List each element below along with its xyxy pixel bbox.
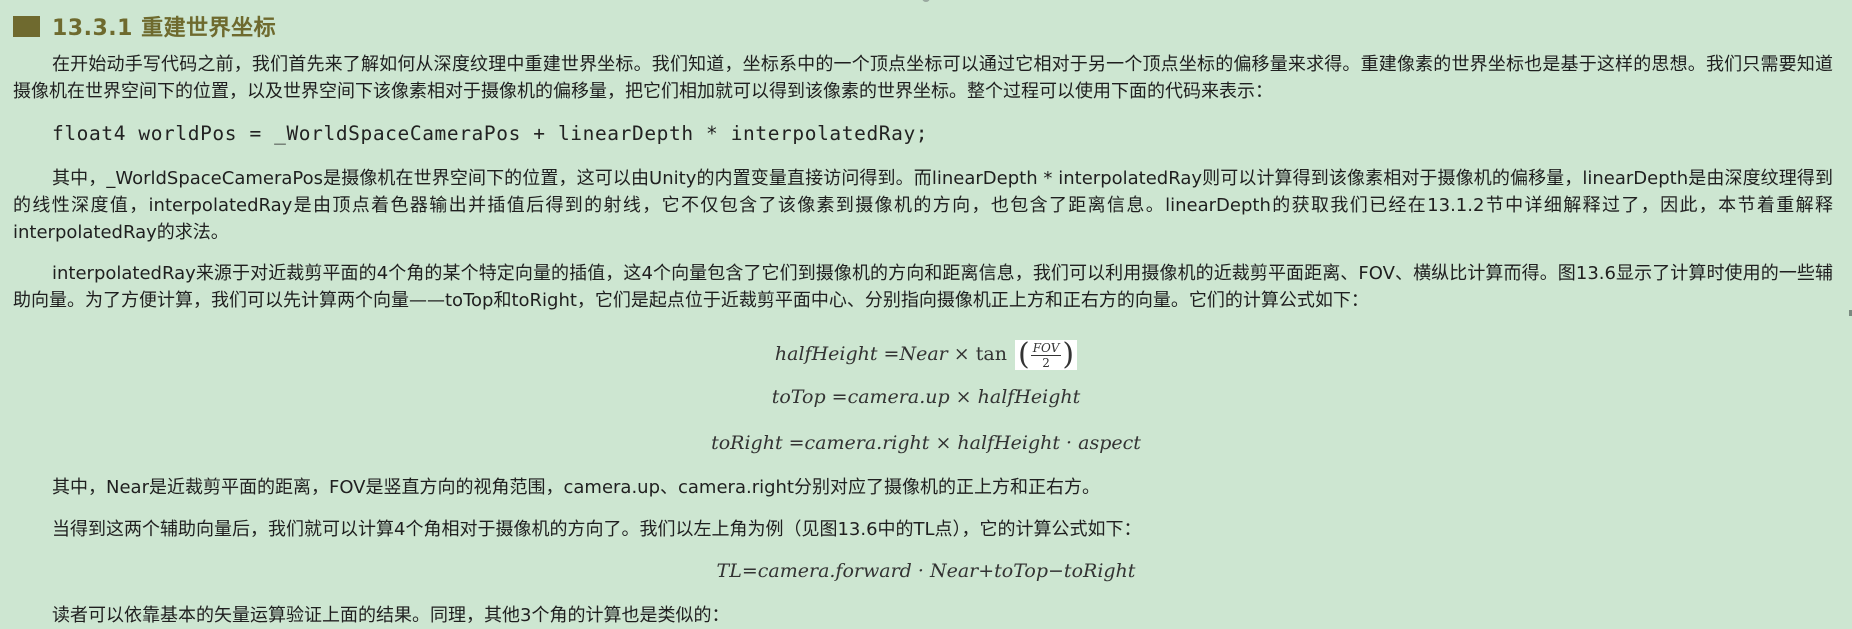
- formula-to-top: toTop =camera.up × halfHeight: [771, 386, 1081, 408]
- formula-times: ×: [947, 343, 976, 365]
- scroll-indicator: [922, 0, 930, 2]
- formula-near: Near: [899, 343, 948, 365]
- heading-square-icon: [13, 15, 40, 37]
- document-page: 13.3.1 重建世界坐标 在开始动手写代码之前，我们首先来了解如何从深度纹理中…: [0, 0, 1852, 628]
- fraction-numerator: FOV: [1030, 340, 1062, 356]
- paragraph-explanation: 其中，_WorldSpaceCameraPos是摄像机在世界空间下的位置，这可以…: [13, 168, 1833, 243]
- section-title: 13.3.1 重建世界坐标: [52, 16, 277, 41]
- paragraph-interpolated-ray: interpolatedRay来源于对近裁剪平面的4个角的某个特定向量的插值，这…: [13, 263, 1833, 311]
- formula-half-height: halfHeight =Near × tan (FOV 2): [0, 340, 1852, 370]
- code-line: float4 worldPos = _WorldSpaceCameraPos +…: [52, 122, 929, 145]
- paragraph-verify: 读者可以依靠基本的矢量运算验证上面的结果。同理，其他3个角的计算也是类似的：: [52, 605, 730, 626]
- fraction-denominator: 2: [1042, 355, 1050, 370]
- paragraph-intro: 在开始动手写代码之前，我们首先来了解如何从深度纹理中重建世界坐标。我们知道，坐标…: [13, 54, 1833, 102]
- fov-fraction: FOV 2: [1030, 340, 1062, 370]
- section-heading: 13.3.1 重建世界坐标: [13, 10, 276, 42]
- fraction-box: (FOV 2): [1015, 340, 1078, 370]
- formula-lhs: halfHeight: [774, 343, 878, 365]
- formula-tl: TL=camera.forward · Near+toTop−toRight: [716, 560, 1136, 582]
- formula-to-right: toRight =camera.right × halfHeight · asp…: [711, 432, 1141, 454]
- formula-eq: =: [877, 343, 900, 365]
- paragraph-near-fov: 其中，Near是近裁剪平面的距离，FOV是竖直方向的视角范围，camera.up…: [52, 477, 1100, 498]
- paragraph-corner: 当得到这两个辅助向量后，我们就可以计算4个角相对于摄像机的方向了。我们以左上角为…: [52, 519, 1142, 540]
- formula-tan: tan: [975, 343, 1007, 365]
